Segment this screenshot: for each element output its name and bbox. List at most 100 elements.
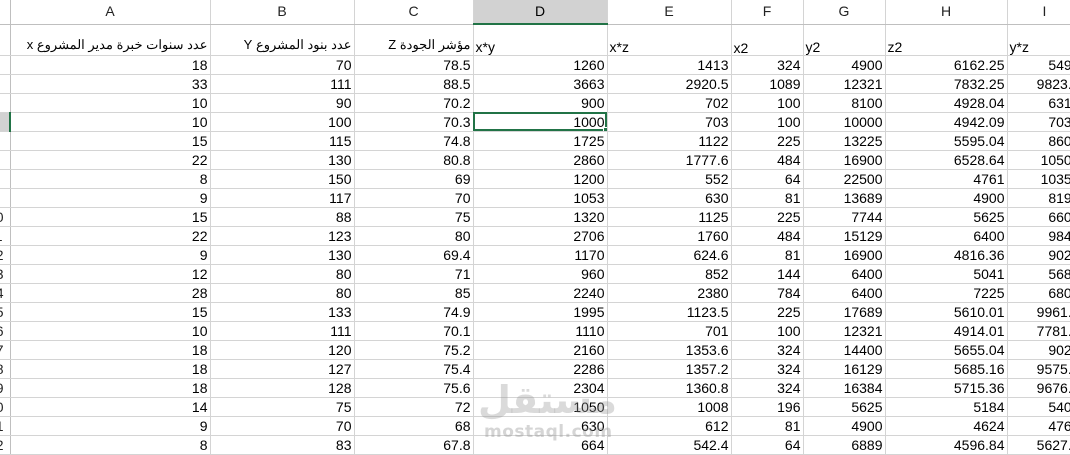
- cell-b8[interactable]: 150: [210, 169, 355, 189]
- cell-c14[interactable]: 85: [354, 283, 474, 303]
- column-header-i[interactable]: I: [1007, 0, 1070, 25]
- cell-b2[interactable]: 70: [210, 55, 355, 75]
- cell-f5[interactable]: 100: [731, 112, 804, 132]
- row-header-20[interactable]: 20: [0, 397, 11, 417]
- cell-i2[interactable]: 5495: [1007, 55, 1070, 75]
- column-header-g[interactable]: G: [803, 0, 886, 25]
- cell-c2[interactable]: 78.5: [354, 55, 474, 75]
- select-all-corner[interactable]: [0, 0, 11, 25]
- cell-i18[interactable]: 9575.8: [1007, 359, 1070, 379]
- row-header-13[interactable]: 13: [0, 264, 11, 284]
- row-header-3[interactable]: 3: [0, 74, 11, 94]
- cell-a21[interactable]: 9: [10, 416, 211, 436]
- cell-d16[interactable]: 1110: [473, 321, 608, 341]
- cell-h16[interactable]: 4914.01: [885, 321, 1008, 341]
- cell-e9[interactable]: 630: [607, 188, 732, 208]
- cell-g4[interactable]: 8100: [803, 93, 886, 113]
- cell-c11[interactable]: 80: [354, 226, 474, 246]
- cell-g2[interactable]: 4900: [803, 55, 886, 75]
- cell-h12[interactable]: 4816.36: [885, 245, 1008, 265]
- cell-b17[interactable]: 120: [210, 340, 355, 360]
- cell-e3[interactable]: 2920.5: [607, 74, 732, 94]
- cell-d9[interactable]: 1053: [473, 188, 608, 208]
- cell-d17[interactable]: 2160: [473, 340, 608, 360]
- cell-e19[interactable]: 1360.8: [607, 378, 732, 398]
- row-header-16[interactable]: 16: [0, 321, 11, 341]
- cell-a12[interactable]: 9: [10, 245, 211, 265]
- cell-a19[interactable]: 18: [10, 378, 211, 398]
- cell-d20[interactable]: 1050: [473, 397, 608, 417]
- row-header-18[interactable]: 18: [0, 359, 11, 379]
- cell-c10[interactable]: 75: [354, 207, 474, 227]
- cell-b18[interactable]: 127: [210, 359, 355, 379]
- header-cell-b[interactable]: عدد بنود المشروع Y: [210, 24, 355, 56]
- cell-g20[interactable]: 5625: [803, 397, 886, 417]
- cell-h7[interactable]: 6528.64: [885, 150, 1008, 170]
- column-header-e[interactable]: E: [607, 0, 732, 25]
- cell-f14[interactable]: 784: [731, 283, 804, 303]
- header-cell-d[interactable]: x*y: [473, 24, 608, 56]
- cell-a10[interactable]: 15: [10, 207, 211, 227]
- cell-e17[interactable]: 1353.6: [607, 340, 732, 360]
- cell-e4[interactable]: 702: [607, 93, 732, 113]
- cell-f18[interactable]: 324: [731, 359, 804, 379]
- cell-f19[interactable]: 324: [731, 378, 804, 398]
- cell-h21[interactable]: 4624: [885, 416, 1008, 436]
- cell-i5[interactable]: 7030: [1007, 112, 1070, 132]
- row-header-22[interactable]: 22: [0, 435, 11, 455]
- header-cell-i[interactable]: y*z: [1007, 24, 1070, 56]
- cell-b10[interactable]: 88: [210, 207, 355, 227]
- column-header-c[interactable]: C: [354, 0, 474, 25]
- header-cell-f[interactable]: x2: [731, 24, 804, 56]
- cell-d22[interactable]: 664: [473, 435, 608, 455]
- header-cell-a[interactable]: عدد سنوات خبرة مدير المشروع x: [10, 24, 211, 56]
- cell-a3[interactable]: 33: [10, 74, 211, 94]
- cell-h17[interactable]: 5655.04: [885, 340, 1008, 360]
- column-header-f[interactable]: F: [731, 0, 804, 25]
- cell-f12[interactable]: 81: [731, 245, 804, 265]
- cell-d19[interactable]: 2304: [473, 378, 608, 398]
- cell-h19[interactable]: 5715.36: [885, 378, 1008, 398]
- cell-d12[interactable]: 1170: [473, 245, 608, 265]
- cell-i4[interactable]: 6318: [1007, 93, 1070, 113]
- cell-d5[interactable]: 1000: [473, 112, 608, 132]
- cell-h20[interactable]: 5184: [885, 397, 1008, 417]
- cell-d21[interactable]: 630: [473, 416, 608, 436]
- cell-e21[interactable]: 612: [607, 416, 732, 436]
- column-header-a[interactable]: A: [10, 0, 211, 25]
- cell-f13[interactable]: 144: [731, 264, 804, 284]
- cell-e14[interactable]: 2380: [607, 283, 732, 303]
- row-header-14[interactable]: 14: [0, 283, 11, 303]
- cell-e10[interactable]: 1125: [607, 207, 732, 227]
- cell-g7[interactable]: 16900: [803, 150, 886, 170]
- cell-g14[interactable]: 6400: [803, 283, 886, 303]
- column-header-h[interactable]: H: [885, 0, 1008, 25]
- cell-g6[interactable]: 13225: [803, 131, 886, 151]
- cell-b12[interactable]: 130: [210, 245, 355, 265]
- cell-e6[interactable]: 1122: [607, 131, 732, 151]
- cell-a7[interactable]: 22: [10, 150, 211, 170]
- cell-f11[interactable]: 484: [731, 226, 804, 246]
- cell-a22[interactable]: 8: [10, 435, 211, 455]
- cell-g3[interactable]: 12321: [803, 74, 886, 94]
- cell-b21[interactable]: 70: [210, 416, 355, 436]
- cell-g10[interactable]: 7744: [803, 207, 886, 227]
- header-cell-e[interactable]: x*z: [607, 24, 732, 56]
- cell-b13[interactable]: 80: [210, 264, 355, 284]
- cell-f4[interactable]: 100: [731, 93, 804, 113]
- row-header-19[interactable]: 19: [0, 378, 11, 398]
- row-header-12[interactable]: 12: [0, 245, 11, 265]
- cell-h4[interactable]: 4928.04: [885, 93, 1008, 113]
- cell-d6[interactable]: 1725: [473, 131, 608, 151]
- cell-c5[interactable]: 70.3: [354, 112, 474, 132]
- cell-c3[interactable]: 88.5: [354, 74, 474, 94]
- cell-a20[interactable]: 14: [10, 397, 211, 417]
- row-header-21[interactable]: 21: [0, 416, 11, 436]
- cell-i3[interactable]: 9823.5: [1007, 74, 1070, 94]
- cell-g5[interactable]: 10000: [803, 112, 886, 132]
- cell-i16[interactable]: 7781.1: [1007, 321, 1070, 341]
- row-header-1[interactable]: 1: [0, 24, 11, 56]
- cell-f2[interactable]: 324: [731, 55, 804, 75]
- cell-b9[interactable]: 117: [210, 188, 355, 208]
- cell-f8[interactable]: 64: [731, 169, 804, 189]
